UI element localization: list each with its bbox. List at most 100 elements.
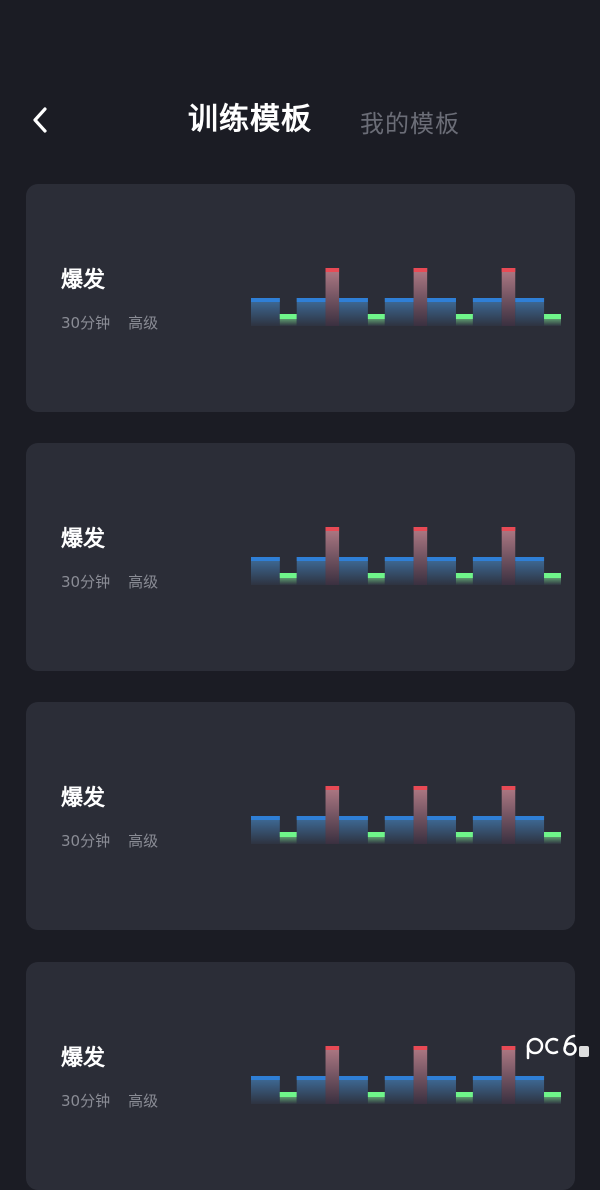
template-title: 爆发 xyxy=(61,268,106,293)
intensity-segment-cap xyxy=(501,1046,516,1050)
intensity-segment-cap xyxy=(279,1092,297,1097)
intensity-segment-red xyxy=(501,527,516,585)
template-title: 爆发 xyxy=(61,1046,106,1071)
intensity-segment-cap xyxy=(515,816,545,820)
intensity-segment-blue xyxy=(472,1076,502,1104)
intensity-segment-cap xyxy=(544,832,561,837)
template-card[interactable]: 爆发 30分钟 高级 xyxy=(26,962,575,1190)
intensity-segment-blue xyxy=(427,816,456,844)
intensity-segment-cap xyxy=(296,816,326,820)
intensity-segment-red xyxy=(501,1046,516,1104)
template-title: 爆发 xyxy=(61,527,106,552)
intensity-segment-cap xyxy=(472,1076,502,1080)
intensity-segment-cap xyxy=(367,573,385,578)
template-duration: 30分钟 xyxy=(61,832,111,850)
template-level: 高级 xyxy=(128,832,159,850)
intensity-segment-blue xyxy=(472,298,502,326)
template-title: 爆发 xyxy=(61,786,106,811)
intensity-segment-red xyxy=(325,268,340,326)
intensity-segment-cap xyxy=(279,832,297,837)
intensity-segment-blue xyxy=(515,1076,545,1104)
intensity-segment-cap xyxy=(501,527,516,531)
intensity-segment-blue xyxy=(472,557,502,585)
intensity-segment-cap xyxy=(325,268,340,272)
template-level: 高级 xyxy=(128,314,159,332)
intensity-segment-blue xyxy=(472,816,502,844)
intensity-segment-cap xyxy=(339,557,368,561)
template-duration: 30分钟 xyxy=(61,1092,111,1110)
intensity-segment-cap xyxy=(515,1076,545,1080)
intensity-segment-blue xyxy=(296,816,326,844)
intensity-segment-blue xyxy=(251,816,280,844)
intensity-segment-cap xyxy=(384,1076,414,1080)
intensity-segment-cap xyxy=(251,298,280,302)
intensity-segment-blue xyxy=(251,1076,280,1104)
intensity-segment-cap xyxy=(384,298,414,302)
tab-training-templates[interactable]: 训练模板 xyxy=(188,94,312,138)
intensity-segment-cap xyxy=(384,816,414,820)
intensity-chart xyxy=(251,1046,561,1104)
intensity-segment-cap xyxy=(279,573,297,578)
intensity-segment-blue xyxy=(515,298,545,326)
intensity-segment-red xyxy=(413,268,428,326)
intensity-segment-cap xyxy=(413,527,428,531)
template-meta: 30分钟 高级 xyxy=(61,312,158,333)
intensity-segment-blue xyxy=(427,298,456,326)
template-duration: 30分钟 xyxy=(61,314,111,332)
intensity-segment-cap xyxy=(279,314,297,319)
intensity-segment-cap xyxy=(455,1092,473,1097)
intensity-segment-cap xyxy=(501,268,516,272)
intensity-segment-blue xyxy=(515,816,545,844)
intensity-segment-blue xyxy=(296,557,326,585)
intensity-segment-cap xyxy=(413,1046,428,1050)
intensity-segment-cap xyxy=(455,832,473,837)
intensity-segment-cap xyxy=(472,816,502,820)
intensity-segment-cap xyxy=(251,557,280,561)
intensity-segment-blue xyxy=(427,1076,456,1104)
chevron-left-icon xyxy=(33,107,47,133)
intensity-segment-blue xyxy=(339,298,368,326)
template-meta: 30分钟 高级 xyxy=(61,830,158,851)
intensity-segment-red xyxy=(413,527,428,585)
intensity-segment-cap xyxy=(413,786,428,790)
tab-my-templates[interactable]: 我的模板 xyxy=(360,104,460,139)
intensity-segment-blue xyxy=(515,557,545,585)
template-card[interactable]: 爆发 30分钟 高级 xyxy=(26,702,575,930)
template-level: 高级 xyxy=(128,1092,159,1110)
intensity-segment-cap xyxy=(339,816,368,820)
intensity-segment-red xyxy=(501,786,516,844)
intensity-segment-cap xyxy=(296,298,326,302)
intensity-chart xyxy=(251,786,561,844)
intensity-segment-blue xyxy=(339,816,368,844)
intensity-segment-cap xyxy=(251,816,280,820)
intensity-segment-cap xyxy=(296,1076,326,1080)
intensity-segment-blue xyxy=(339,1076,368,1104)
intensity-segment-cap xyxy=(427,1076,456,1080)
intensity-segment-cap xyxy=(455,314,473,319)
intensity-chart xyxy=(251,527,561,585)
intensity-segment-cap xyxy=(427,816,456,820)
template-card[interactable]: 爆发 30分钟 高级 xyxy=(26,184,575,412)
top-bar: 训练模板 我的模板 xyxy=(0,0,600,170)
intensity-segment-cap xyxy=(515,298,545,302)
intensity-segment-red xyxy=(325,527,340,585)
intensity-segment-blue xyxy=(339,557,368,585)
back-button[interactable] xyxy=(22,100,58,140)
intensity-segment-cap xyxy=(325,786,340,790)
template-level: 高级 xyxy=(128,573,159,591)
intensity-segment-cap xyxy=(455,573,473,578)
intensity-segment-cap xyxy=(413,268,428,272)
intensity-segment-cap xyxy=(325,527,340,531)
intensity-segment-cap xyxy=(544,1092,561,1097)
intensity-segment-cap xyxy=(296,557,326,561)
intensity-segment-cap xyxy=(544,573,561,578)
template-duration: 30分钟 xyxy=(61,573,111,591)
intensity-segment-blue xyxy=(427,557,456,585)
intensity-chart xyxy=(251,268,561,326)
intensity-segment-cap xyxy=(427,298,456,302)
template-card[interactable]: 爆发 30分钟 高级 xyxy=(26,443,575,671)
intensity-segment-blue xyxy=(384,557,414,585)
template-meta: 30分钟 高级 xyxy=(61,1090,158,1111)
intensity-segment-red xyxy=(325,786,340,844)
intensity-segment-blue xyxy=(296,298,326,326)
